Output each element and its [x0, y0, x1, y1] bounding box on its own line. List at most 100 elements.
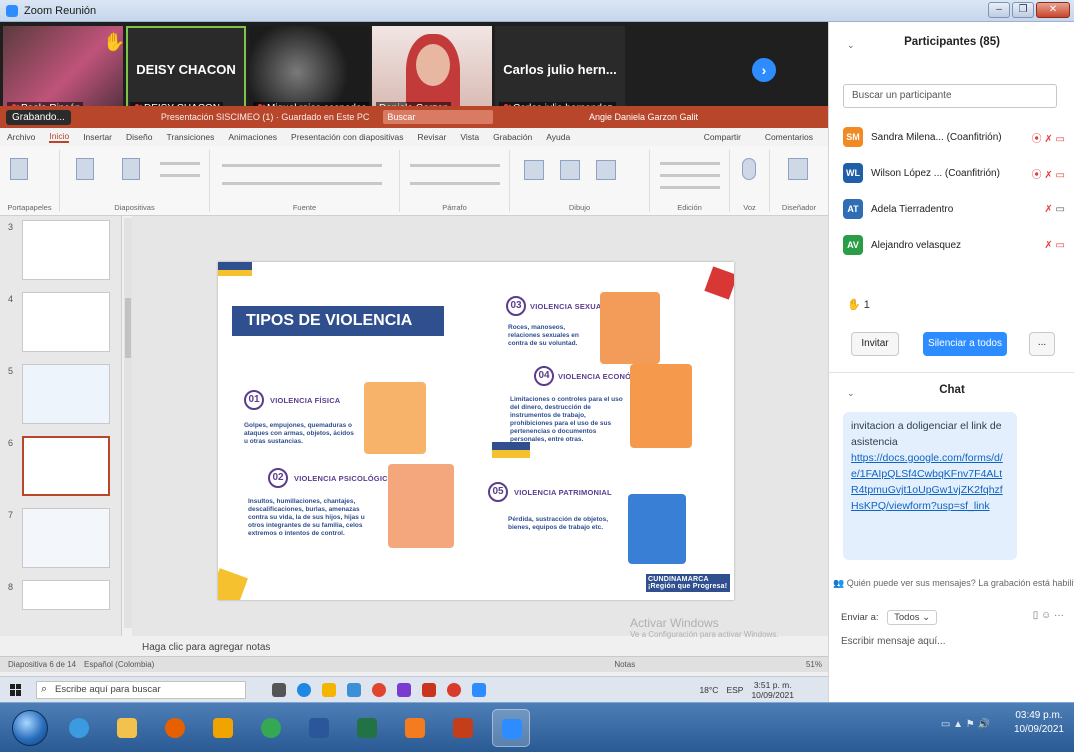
tab-archivo[interactable]: Archivo — [7, 132, 35, 142]
mute-all-button[interactable]: Silenciar a todos — [923, 332, 1007, 356]
notes-toggle[interactable]: Notas — [614, 660, 635, 669]
chrome-icon[interactable] — [372, 682, 386, 697]
powerpoint-icon[interactable] — [422, 682, 436, 697]
invite-button[interactable]: Invitar — [851, 332, 899, 356]
excel-icon — [357, 718, 377, 738]
tab-vista[interactable]: Vista — [460, 132, 479, 142]
avatar: SM — [843, 127, 863, 147]
arrange-icon[interactable] — [560, 160, 580, 180]
ribbon-group-voice: Voz — [730, 150, 770, 212]
video-tile-daniela[interactable]: Daniela Garzon — [372, 26, 492, 118]
tray-icons[interactable]: ▭ ▲ ⚑ 🔊 — [941, 719, 990, 730]
status-language[interactable]: Español (Colombia) — [84, 660, 154, 669]
slide-thumbnail-3[interactable] — [22, 220, 110, 280]
chat-message-input[interactable]: Escribir mensaje aquí... — [841, 636, 946, 647]
file-explorer-icon[interactable] — [322, 682, 336, 697]
taskbar-word[interactable] — [300, 709, 338, 747]
notes-placeholder[interactable]: Haga clic para agregar notas — [142, 642, 270, 653]
comments-button[interactable]: Comentarios — [765, 132, 813, 142]
share-button[interactable]: Compartir — [704, 132, 741, 142]
next-page-arrow-icon[interactable]: › — [752, 58, 776, 82]
taskbar-explorer[interactable] — [108, 709, 146, 747]
recording-indicator[interactable]: Grabando... — [6, 109, 71, 125]
tab-diseno[interactable]: Diseño — [126, 132, 152, 142]
language-indicator[interactable]: ESP — [726, 685, 743, 695]
zoom-percent[interactable]: 51% — [806, 660, 822, 669]
slide-thumbnail-6[interactable] — [22, 436, 110, 496]
participant-name: Wilson López ... (Coanfitrión) — [871, 167, 1000, 179]
close-button[interactable]: ✕ — [1036, 2, 1070, 18]
tab-animaciones[interactable]: Animaciones — [228, 132, 277, 142]
send-to-dropdown[interactable]: Todos ⌄ — [887, 610, 938, 625]
tab-insertar[interactable]: Insertar — [83, 132, 112, 142]
participant-row[interactable]: WL Wilson López ... (Coanfitrión) ⦿ ✗ ▭ — [843, 162, 1069, 184]
windows-start-icon[interactable] — [10, 683, 22, 696]
edge-icon[interactable] — [297, 682, 311, 697]
thumb-number: 8 — [8, 582, 14, 592]
start-orb-icon[interactable] — [12, 710, 48, 746]
zoom-taskbar-icon[interactable] — [472, 682, 486, 697]
ppt-search-box[interactable]: Buscar — [383, 110, 494, 124]
slide-thumbnail-5[interactable] — [22, 364, 110, 424]
store-icon[interactable] — [347, 682, 361, 697]
panel-divider — [829, 372, 1074, 373]
shapes-icon[interactable] — [524, 160, 544, 180]
tab-transiciones[interactable]: Transiciones — [166, 132, 214, 142]
ribbon-group-designer: Diseñador — [770, 150, 828, 212]
chat-message-link[interactable]: https://docs.google.com/forms/d/e/1FAIpQ… — [851, 452, 1003, 512]
design-ideas-icon[interactable] — [788, 158, 808, 180]
tab-revisar[interactable]: Revisar — [418, 132, 447, 142]
video-tile-carlos[interactable]: Carlos julio hern... Carlos julio hernan… — [495, 26, 625, 118]
participant-name: Alejandro velasquez — [871, 239, 962, 251]
video-tile-paola[interactable]: ✋ Paola Rincón — [3, 26, 123, 118]
participant-row[interactable]: AT Adela Tierradentro ✗ ▭ — [843, 198, 1069, 220]
app-icon[interactable] — [447, 682, 461, 697]
quick-styles-icon[interactable] — [596, 160, 616, 180]
taskbar-app[interactable] — [396, 709, 434, 747]
tab-inicio[interactable]: Inicio — [49, 131, 70, 143]
taskbar-chrome[interactable] — [252, 709, 290, 747]
taskbar-firefox[interactable] — [156, 709, 194, 747]
file-icon[interactable]: ▯ — [1033, 610, 1039, 621]
tab-presentacion[interactable]: Presentación con diapositivas — [291, 132, 403, 142]
zoom-side-panel: ⌄ Participantes (85) Buscar un participa… — [828, 22, 1074, 702]
slide-editing-area: TIPOS DE VIOLENCIA 01 VIOLENCIA FÍSICA G… — [132, 216, 828, 636]
taskbar-zoom[interactable] — [492, 709, 530, 747]
maximize-button[interactable]: ❐ — [1012, 2, 1034, 18]
illustration-fisica — [364, 382, 426, 454]
emoji-icon[interactable]: ☺ — [1041, 610, 1051, 621]
tab-grabacion[interactable]: Grabación — [493, 132, 532, 142]
system-clock[interactable]: 03:49 p.m. 10/09/2021 — [1014, 709, 1064, 737]
current-slide[interactable]: TIPOS DE VIOLENCIA 01 VIOLENCIA FÍSICA G… — [218, 262, 734, 600]
slide-thumbnail-7[interactable] — [22, 508, 110, 568]
chrome-icon — [261, 718, 281, 738]
more-icon[interactable]: ··· — [1054, 610, 1064, 621]
new-slide-icon[interactable] — [76, 158, 94, 180]
inner-search-box[interactable]: Escribe aquí para buscar — [36, 680, 246, 699]
tab-ayuda[interactable]: Ayuda — [546, 132, 570, 142]
taskbar-excel[interactable] — [348, 709, 386, 747]
participant-row[interactable]: SM Sandra Milena... (Coanfitrión) ⦿ ✗ ▭ — [843, 126, 1069, 148]
dictate-icon[interactable] — [742, 158, 756, 180]
participant-row[interactable]: AV Alejandro velasquez ✗ ▭ — [843, 234, 1069, 256]
more-options-button[interactable]: ... — [1029, 332, 1055, 356]
reuse-slide-icon[interactable] — [122, 158, 140, 180]
chat-visibility-notice[interactable]: 👥 Quién puede ver sus mensajes? La graba… — [833, 578, 1074, 589]
taskbar-media[interactable] — [204, 709, 242, 747]
taskbar-powerpoint[interactable] — [444, 709, 482, 747]
item-number-01: 01 — [244, 390, 264, 410]
slide-thumbnail-4[interactable] — [22, 292, 110, 352]
slide-thumbnail-8[interactable] — [22, 580, 110, 610]
taskbar-ie[interactable] — [60, 709, 98, 747]
teams-icon[interactable] — [397, 682, 411, 697]
paste-icon[interactable] — [10, 158, 28, 180]
participant-search-input[interactable]: Buscar un participante — [843, 84, 1057, 108]
minimize-button[interactable]: – — [988, 2, 1010, 18]
avatar: AT — [843, 199, 863, 219]
screen: Zoom Reunión – ❐ ✕ ✋ Paola Rincón DEISY … — [0, 0, 1074, 752]
participant-name: Adela Tierradentro — [871, 203, 954, 215]
video-tile-miguel[interactable]: Miguel rojas cespedes — [249, 26, 369, 118]
task-view-icon[interactable] — [272, 682, 286, 697]
video-tile-deisy[interactable]: DEISY CHACON DEISY CHACON — [126, 26, 246, 118]
thumbnail-scrollbar[interactable] — [124, 218, 132, 628]
